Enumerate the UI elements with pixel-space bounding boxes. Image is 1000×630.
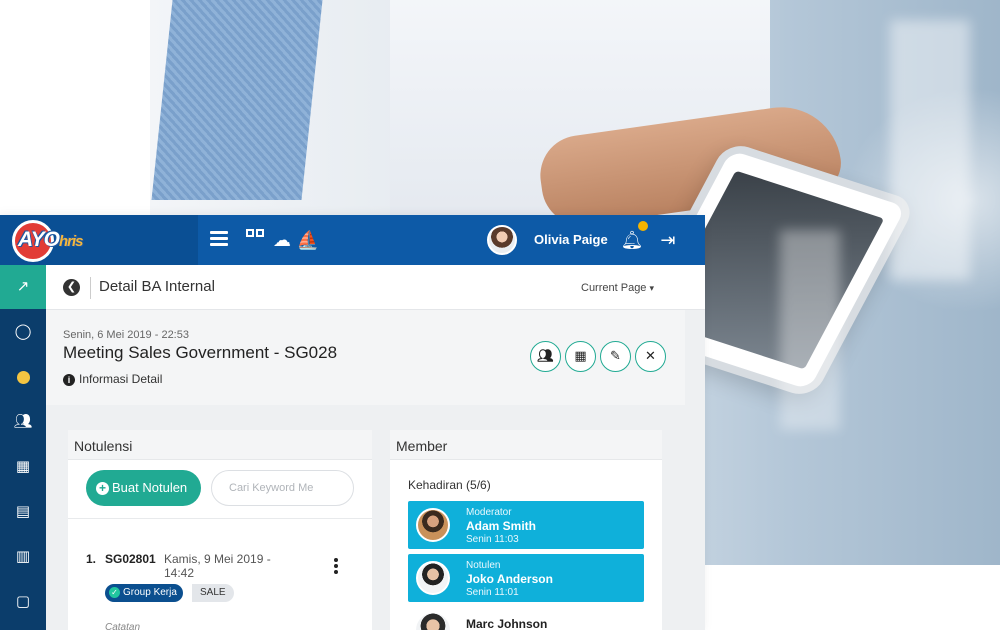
members-icon: 👥︎ [537, 348, 554, 363]
qr-code-icon: ▦ [574, 348, 587, 363]
main-content: ❮ Detail BA Internal Current Page ▾ Senin… [46, 265, 705, 630]
member-role: Notulen [466, 560, 501, 571]
sale-badge: SALE [192, 584, 234, 602]
chart-icon[interactable]: ↗ [0, 265, 46, 309]
avatar[interactable] [487, 225, 517, 255]
light-blur [780, 230, 840, 430]
meeting-summary: Senin, 6 Mei 2019 - 22:53 Meeting Sales … [46, 310, 685, 405]
check-icon: ✓ [109, 587, 120, 598]
edit-icon: ✎ [610, 348, 621, 363]
qr-code-button[interactable]: ▦ [565, 341, 596, 372]
notification-dot [638, 221, 648, 231]
list-item-date: Kamis, 9 Mei 2019 - 14:42 [164, 552, 271, 580]
bar-chart-icon[interactable]: ▥ [0, 535, 46, 579]
tie-shape [151, 0, 323, 200]
current-page-dropdown[interactable]: Current Page ▾ [581, 282, 654, 294]
close-icon: ✕ [645, 348, 656, 363]
circle-icon[interactable] [0, 355, 46, 399]
panel-heading: Notulensi [68, 430, 372, 460]
attendance-count: Kehadiran (5/6) [408, 478, 491, 492]
chat-icon[interactable]: ▢ [0, 580, 46, 624]
member-name: Joko Anderson [466, 572, 553, 586]
more-options-icon[interactable] [334, 558, 338, 576]
list-item-id[interactable]: SG02801 [105, 552, 156, 566]
menu-toggle-icon[interactable] [207, 228, 231, 252]
back-arrow-icon[interactable]: ❮ [63, 279, 80, 296]
meeting-title: Meeting Sales Government - SG028 [63, 343, 338, 362]
list-item-number: 1. [86, 552, 97, 566]
members-button[interactable]: 👥︎ [530, 341, 561, 372]
member-role: Moderator [466, 507, 512, 518]
qr-scan-icon[interactable] [243, 228, 267, 252]
member-card[interactable]: Moderator Adam Smith Senin 11:03 [408, 501, 644, 549]
sidebar: ↗ ◯ 👥︎ ▦ ▤ ▥ ▢ [0, 265, 46, 630]
presentation-icon[interactable]: ▤ [0, 490, 46, 534]
attendance-icon[interactable]: ☁ [270, 228, 294, 252]
member-time: Senin 11:01 [466, 587, 519, 598]
team-icon[interactable]: 👥︎ [0, 400, 46, 444]
plus-icon: + [96, 482, 109, 495]
user-name[interactable]: Olivia Paige [534, 232, 608, 247]
info-detail-link[interactable]: i Informasi Detail [63, 372, 162, 386]
member-name: Adam Smith [466, 519, 537, 533]
logout-icon[interactable]: ⇥ [656, 228, 680, 252]
member-panel: Member Kehadiran (5/6) Moderator Adam Sm… [390, 430, 662, 630]
light-blur [890, 20, 970, 280]
avatar [416, 508, 450, 542]
info-icon: i [63, 374, 75, 386]
add-notulen-button[interactable]: + Buat Notulen [86, 470, 201, 506]
divider [68, 518, 372, 519]
calculator-icon[interactable]: ▦ [0, 445, 46, 489]
search-input[interactable] [211, 470, 354, 506]
note-label: Catatan [105, 622, 141, 630]
avatar [416, 613, 450, 630]
avatar [416, 561, 450, 595]
logo-wordmark: AYOhris [18, 228, 83, 251]
meeting-date: Senin, 6 Mei 2019 - 22:53 [63, 329, 189, 341]
top-navbar: AYOhris ☁ ⛵ Olivia Paige 🔔︎ ⇥ [0, 215, 705, 265]
member-card[interactable]: Notulen Joko Anderson Senin 11:01 [408, 554, 644, 602]
bell-icon[interactable]: 🔔︎ [620, 228, 644, 252]
notulensi-panel: Notulensi +Buat Notulen 1. SG02801 Kamis… [68, 430, 372, 630]
member-name: Marc Johnson [466, 617, 548, 630]
user-icon[interactable]: ◯ [0, 310, 46, 354]
page-header: ❮ Detail BA Internal Current Page ▾ [46, 265, 705, 310]
member-item[interactable]: Marc Johnson [408, 613, 644, 630]
app-window: AYOhris ☁ ⛵ Olivia Paige 🔔︎ ⇥ ↗ ◯ 👥︎ ▦ ▤… [0, 215, 705, 630]
edit-button[interactable]: ✎ [600, 341, 631, 372]
page-title: Detail BA Internal [99, 278, 215, 295]
divider [90, 277, 91, 299]
group-badge: ✓ Group Kerja [105, 584, 183, 602]
chevron-down-icon: ▾ [649, 283, 654, 293]
activity-icon[interactable]: ⛵ [296, 228, 320, 252]
app-logo[interactable]: AYOhris [12, 220, 102, 262]
panel-heading: Member [390, 430, 662, 460]
member-time: Senin 11:03 [466, 534, 519, 545]
close-button[interactable]: ✕ [635, 341, 666, 372]
logo-area: AYOhris [0, 215, 198, 265]
